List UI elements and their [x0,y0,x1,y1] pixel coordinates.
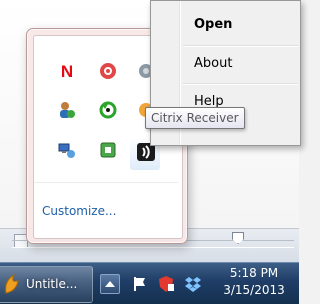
clock-time: 5:18 PM [229,266,279,280]
menu-item-about[interactable]: About [151,52,300,76]
menu-item-label: About [194,56,233,71]
taskbar-window-button[interactable]: Untitle... [0,266,93,303]
menu-separator [183,83,298,84]
netflix-n-icon[interactable]: N [58,62,76,80]
action-center-flag-icon[interactable] [130,275,148,293]
svg-text:N: N [61,62,73,80]
dropbox-icon[interactable] [184,275,202,293]
green-box-icon[interactable] [99,141,117,159]
taskbar: Untitle... 5:18 PM 3/15/2013 [0,262,299,304]
red-disc-icon[interactable] [99,62,117,80]
user-shield-icon[interactable] [58,101,76,119]
menu-separator [183,45,298,46]
menu-item-label: Open [194,17,233,32]
power-shield-icon[interactable] [157,275,175,293]
menu-item-open[interactable]: Open [151,13,300,37]
overflow-divider [34,182,178,183]
clock-date: 3/15/2013 [223,283,285,297]
green-sync-icon[interactable] [99,101,117,119]
window-app-icon [2,273,22,295]
customize-link[interactable]: Customize... [42,204,116,218]
network-computer-icon[interactable] [58,141,76,159]
show-hidden-icons-arrow-icon [105,281,115,287]
citrix-receiver-tooltip: Citrix Receiver [145,107,245,129]
show-hidden-icons-button[interactable] [100,274,120,294]
taskbar-window-label: Untitle... [26,277,78,291]
taskbar-clock[interactable]: 5:18 PM 3/15/2013 [212,265,296,302]
